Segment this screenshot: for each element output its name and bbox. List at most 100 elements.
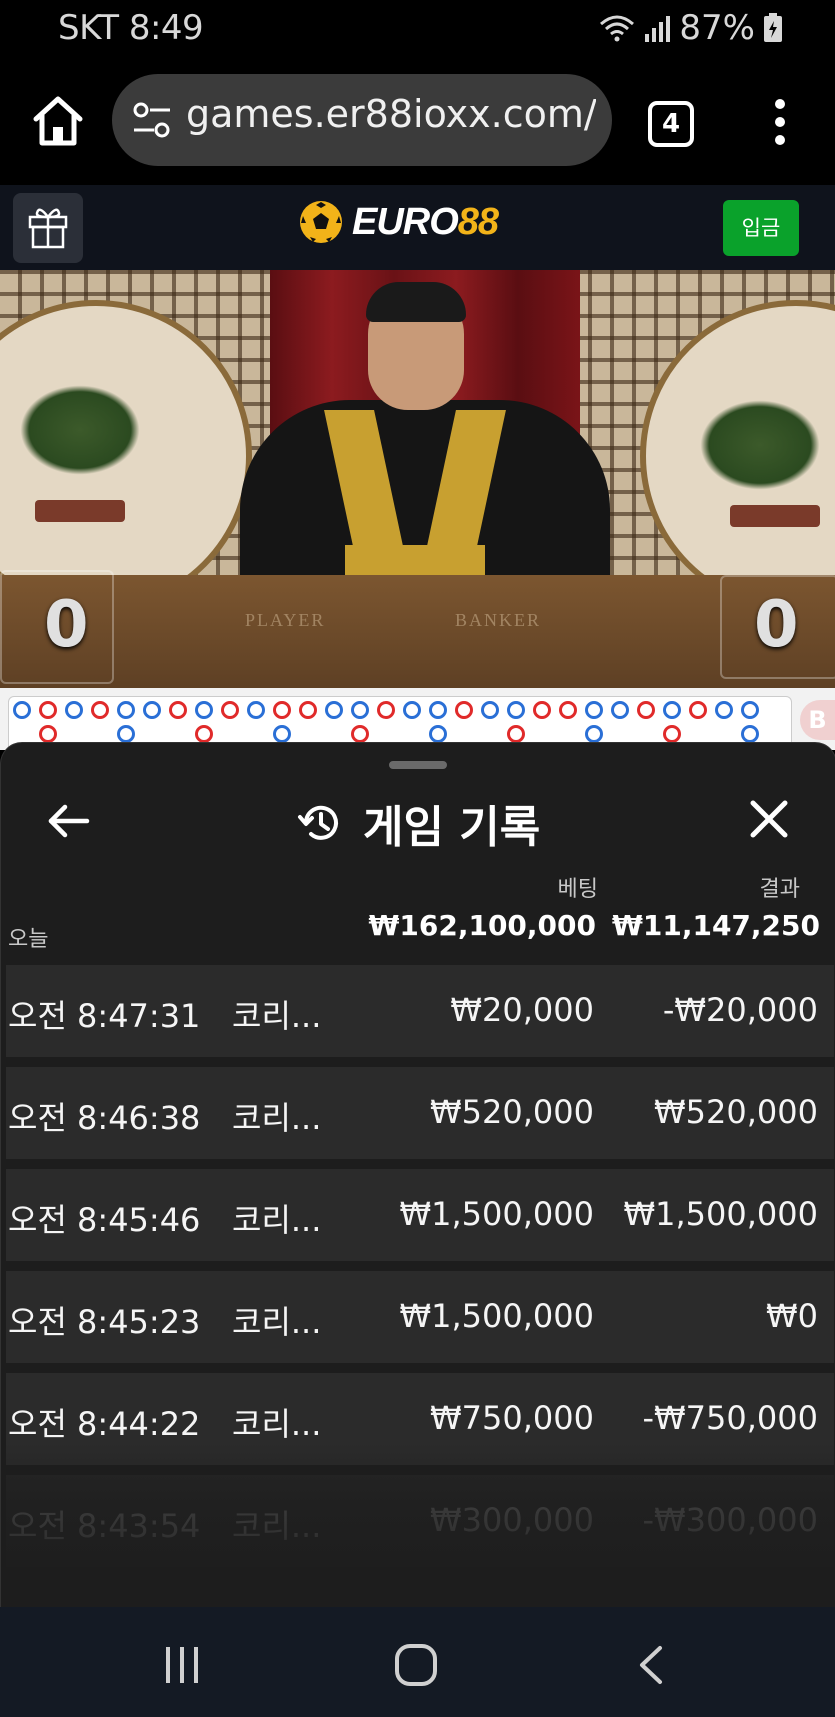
- history-row[interactable]: 오전 8:44:22 코리... ₩750,000 -₩750,000: [6, 1373, 834, 1465]
- bead-roadmap[interactable]: B: [0, 688, 835, 752]
- roadmap-dot: [403, 701, 421, 719]
- row-result: -₩300,000: [642, 1501, 818, 1539]
- dealer-hair: [366, 282, 466, 322]
- site-header: EURO88 입금: [0, 185, 835, 270]
- row-game: 코리...: [232, 1201, 322, 1239]
- site-logo[interactable]: EURO88: [298, 199, 499, 245]
- roadmap-dot: [247, 701, 265, 719]
- tab-switcher-button[interactable]: 4: [648, 101, 694, 147]
- logo-text-euro: EURO: [352, 200, 459, 243]
- history-row[interactable]: 오전 8:47:31 코리... ₩20,000 -₩20,000: [6, 965, 834, 1057]
- history-row[interactable]: 오전 8:46:38 코리... ₩520,000 ₩520,000: [6, 1067, 834, 1159]
- row-bet: ₩20,000: [450, 991, 594, 1029]
- history-row[interactable]: 오전 8:43:54 코리... ₩300,000 -₩300,000: [6, 1475, 834, 1567]
- browser-toolbar: games.er88ioxx.com/L 4: [0, 58, 835, 185]
- row-game: 코리...: [232, 997, 322, 1035]
- roadmap-dot: [65, 701, 83, 719]
- roadmap-dot: [741, 725, 759, 743]
- battery-icon: [764, 13, 782, 42]
- sheet-header: 게임 기록: [297, 791, 540, 855]
- row-bet: ₩520,000: [430, 1093, 594, 1131]
- history-row[interactable]: 오전 8:45:23 코리... ₩1,500,000 ₩0: [6, 1271, 834, 1363]
- roadmap-dot: [559, 701, 577, 719]
- roadmap-dot: [429, 701, 447, 719]
- roadmap-dot: [715, 701, 733, 719]
- roadmap-dot: [585, 701, 603, 719]
- table-label-player: PLAYER: [245, 610, 326, 630]
- banker-score: 0: [754, 588, 799, 662]
- row-game: 코리...: [232, 1099, 322, 1137]
- roadmap-dot: [507, 725, 525, 743]
- row-result: -₩20,000: [662, 991, 818, 1029]
- today-result-total: ₩11,147,250: [611, 909, 820, 942]
- game-history-sheet: 게임 기록 베팅 결과 오늘 ₩162,100,000 ₩11,147,250 …: [0, 742, 835, 1608]
- row-time: 오전 8:46:38: [8, 1099, 201, 1137]
- roadmap-dot: [351, 701, 369, 719]
- sheet-title: 게임 기록: [363, 802, 541, 853]
- row-result: ₩520,000: [654, 1093, 818, 1131]
- roadmap-dot: [325, 701, 343, 719]
- row-time: 오전 8:45:23: [8, 1303, 201, 1341]
- row-result: -₩750,000: [642, 1399, 818, 1437]
- roadmap-dot: [13, 701, 31, 719]
- row-bet: ₩1,500,000: [399, 1195, 595, 1233]
- row-time: 오전 8:44:22: [8, 1405, 201, 1443]
- roadmap-dot: [39, 701, 57, 719]
- system-nav-bar: [0, 1607, 835, 1717]
- row-bet: ₩300,000: [430, 1501, 594, 1539]
- roadmap-dot: [117, 725, 135, 743]
- bonsai-left: [20, 385, 140, 475]
- roadmap-dot: [507, 701, 525, 719]
- drag-handle[interactable]: [389, 761, 447, 769]
- roadmap-dot: [533, 701, 551, 719]
- row-game: 코리...: [232, 1507, 322, 1545]
- roadmap-dot: [273, 701, 291, 719]
- logo-text-88: 88: [457, 200, 499, 243]
- nav-back-icon[interactable]: [636, 1645, 666, 1685]
- recent-apps-icon[interactable]: [162, 1645, 202, 1685]
- battery-percent: 87%: [679, 8, 755, 48]
- row-game: 코리...: [232, 1405, 322, 1443]
- roadmap-dot: [455, 701, 473, 719]
- roadmap-dot: [273, 725, 291, 743]
- nav-home-icon[interactable]: [394, 1643, 438, 1687]
- roadmap-dot: [117, 701, 135, 719]
- roadmap-dot: [299, 701, 317, 719]
- roadmap-dot: [481, 701, 499, 719]
- roadmap-dot: [663, 701, 681, 719]
- tune-icon[interactable]: [132, 102, 172, 138]
- bonsai-pot-left: [35, 500, 125, 522]
- carrier-time: SKT 8:49: [58, 8, 204, 48]
- close-icon[interactable]: [748, 798, 790, 840]
- roadmap-dot: [351, 725, 369, 743]
- row-time: 오전 8:43:54: [8, 1507, 201, 1545]
- roadmap-dot: [429, 725, 447, 743]
- url-bar[interactable]: games.er88ioxx.com/L: [112, 74, 612, 166]
- deposit-button[interactable]: 입금: [723, 200, 799, 256]
- url-text[interactable]: games.er88ioxx.com/L: [186, 92, 596, 136]
- soccer-ball-icon: [300, 201, 342, 243]
- gift-button[interactable]: [13, 193, 83, 263]
- history-row[interactable]: 오전 8:45:46 코리... ₩1,500,000 ₩1,500,000: [6, 1169, 834, 1261]
- baccarat-table: [0, 575, 835, 688]
- column-header-result: 결과: [759, 877, 800, 902]
- row-game: 코리...: [232, 1303, 322, 1341]
- row-result: ₩1,500,000: [623, 1195, 819, 1233]
- roadmap-badge[interactable]: B: [800, 700, 835, 740]
- table-label-banker: BANKER: [455, 610, 542, 630]
- row-bet: ₩750,000: [430, 1399, 594, 1437]
- arrow-left-icon[interactable]: [45, 798, 91, 844]
- roadmap-dot: [39, 725, 57, 743]
- roadmap-dot: [195, 701, 213, 719]
- roadmap-dot: [611, 701, 629, 719]
- roadmap-dot: [221, 701, 239, 719]
- roadmap-dot: [689, 701, 707, 719]
- live-dealer-video: PLAYER BANKER 0 0: [0, 270, 835, 688]
- home-icon[interactable]: [30, 93, 86, 149]
- bonsai-pot-right: [730, 505, 820, 527]
- roadmap-dot: [91, 701, 109, 719]
- gift-icon: [28, 208, 68, 249]
- more-vert-icon[interactable]: [772, 98, 788, 146]
- status-bar: SKT 8:49 87%: [0, 0, 835, 58]
- roadmap-dot: [195, 725, 213, 743]
